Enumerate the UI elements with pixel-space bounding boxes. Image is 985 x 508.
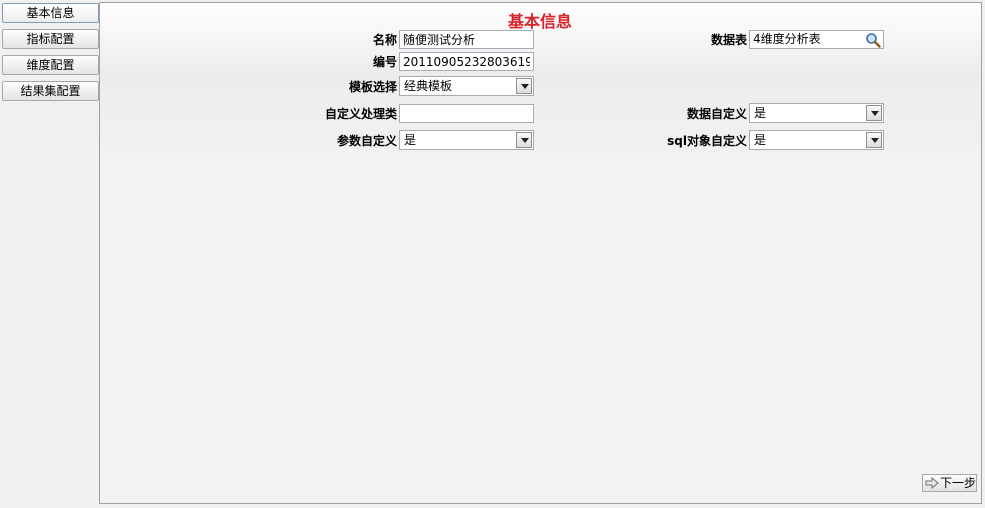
magnifier-icon[interactable] xyxy=(865,32,881,48)
sidebar-item-dimension-config[interactable]: 维度配置 xyxy=(2,55,99,75)
code-label: 编号 xyxy=(372,55,397,69)
sidebar-item-indicator-config[interactable]: 指标配置 xyxy=(2,29,99,49)
data-custom-label: 数据自定义 xyxy=(686,107,747,121)
sidebar-item-basic-info[interactable]: 基本信息 xyxy=(2,3,99,23)
sql-custom-select[interactable]: 是 xyxy=(749,130,884,150)
param-custom-select[interactable]: 是 xyxy=(399,130,534,150)
sidebar-item-resultset-config[interactable]: 结果集配置 xyxy=(2,81,99,101)
datatable-field[interactable]: 4维度分析表 xyxy=(749,30,884,49)
sql-custom-select-value: 是 xyxy=(754,133,767,147)
main-panel: 基本信息 xyxy=(99,2,982,504)
page-title: 基本信息 xyxy=(507,12,572,31)
name-input[interactable] xyxy=(399,30,534,49)
sidebar: 基本信息 指标配置 维度配置 结果集配置 xyxy=(0,0,100,508)
chevron-down-icon[interactable] xyxy=(866,132,882,148)
right-arrow-icon xyxy=(925,477,939,489)
datatable-value: 4维度分析表 xyxy=(753,32,821,46)
next-step-button[interactable]: 下一步 xyxy=(922,474,977,492)
template-label: 模板选择 xyxy=(348,80,397,94)
data-custom-select-value: 是 xyxy=(754,106,767,120)
sql-custom-label: sql对象自定义 xyxy=(667,134,747,148)
datatable-label: 数据表 xyxy=(710,33,747,47)
template-select[interactable]: 经典模板 xyxy=(399,76,534,96)
name-label: 名称 xyxy=(372,33,397,47)
custom-handler-input[interactable] xyxy=(399,104,534,123)
template-select-value: 经典模板 xyxy=(404,79,453,93)
custom-handler-label: 自定义处理类 xyxy=(324,107,397,121)
next-step-label: 下一步 xyxy=(940,476,977,490)
code-input[interactable] xyxy=(399,52,534,71)
param-custom-select-value: 是 xyxy=(404,133,417,147)
data-custom-select[interactable]: 是 xyxy=(749,103,884,123)
chevron-down-icon[interactable] xyxy=(866,105,882,121)
param-custom-label: 参数自定义 xyxy=(336,134,397,148)
chevron-down-icon[interactable] xyxy=(516,78,532,94)
chevron-down-icon[interactable] xyxy=(516,132,532,148)
